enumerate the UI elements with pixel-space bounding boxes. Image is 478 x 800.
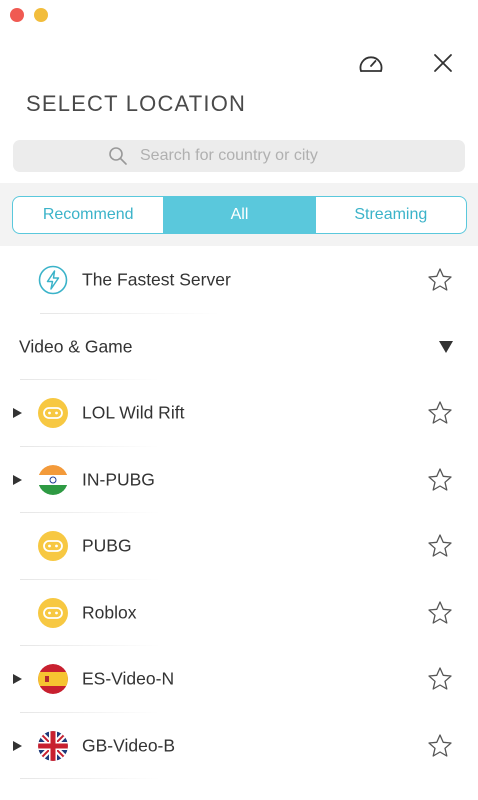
search-bar[interactable] [13, 140, 465, 172]
expand-caret-icon[interactable] [13, 740, 22, 751]
lightning-icon [38, 265, 68, 295]
section-header-video-game[interactable]: Video & Game [0, 314, 478, 380]
page-title: SELECT LOCATION [26, 91, 247, 116]
window-close-light[interactable] [10, 8, 24, 22]
list-item-label: IN-PUBG [82, 469, 155, 490]
list-item-label: ES-Video-N [82, 668, 175, 689]
close-icon[interactable] [430, 50, 456, 76]
list-item-label: Roblox [82, 602, 137, 623]
fastest-server-label: The Fastest Server [82, 269, 231, 290]
list-item-gb-video-b[interactable]: GB-Video-B [0, 713, 478, 779]
location-window: SELECT LOCATION Recommend All Streaming … [0, 0, 478, 800]
list-item-label: LOL Wild Rift [82, 402, 185, 423]
gamepad-icon [38, 398, 68, 429]
india-flag-icon [38, 464, 68, 495]
list-item-pubg[interactable]: PUBG [0, 513, 478, 580]
top-icons [358, 50, 456, 76]
section-label: Video & Game [19, 336, 133, 357]
location-list: The Fastest Server Video & Game LOL Wild… [0, 247, 478, 779]
expand-caret-icon[interactable] [13, 674, 22, 685]
speedometer-icon[interactable] [358, 50, 384, 76]
expand-caret-icon[interactable] [13, 474, 22, 485]
favorite-star-icon[interactable] [427, 733, 453, 759]
spain-flag-icon [38, 664, 68, 695]
tab-recommend[interactable]: Recommend [13, 197, 163, 233]
list-item-es-video-n[interactable]: ES-Video-N [0, 646, 478, 713]
list-item-label: PUBG [82, 535, 132, 556]
uk-flag-icon [38, 730, 68, 761]
list-item-label: GB-Video-B [82, 735, 176, 756]
filter-tabs: Recommend All Streaming [12, 196, 467, 234]
tab-streaming[interactable]: Streaming [314, 197, 466, 233]
search-icon [108, 146, 128, 166]
favorite-star-icon[interactable] [427, 533, 453, 559]
traffic-lights [10, 8, 48, 22]
favorite-star-icon[interactable] [427, 666, 453, 692]
gamepad-icon [38, 531, 68, 562]
favorite-star-icon[interactable] [427, 467, 453, 493]
gamepad-icon [38, 597, 68, 628]
collapse-arrow-icon[interactable] [439, 340, 453, 353]
fastest-server-row[interactable]: The Fastest Server [0, 247, 478, 314]
list-item-lol-wild-rift[interactable]: LOL Wild Rift [0, 380, 478, 447]
list-item-in-pubg[interactable]: IN-PUBG [0, 447, 478, 513]
list-item-roblox[interactable]: Roblox [0, 580, 478, 646]
favorite-star-icon[interactable] [427, 600, 453, 626]
tab-all[interactable]: All [163, 197, 315, 233]
favorite-star-icon[interactable] [427, 400, 453, 426]
window-minimize-light[interactable] [34, 8, 48, 22]
favorite-star-icon[interactable] [427, 267, 453, 293]
search-input[interactable] [140, 147, 370, 165]
expand-caret-icon[interactable] [13, 408, 22, 419]
row-divider [20, 778, 160, 779]
